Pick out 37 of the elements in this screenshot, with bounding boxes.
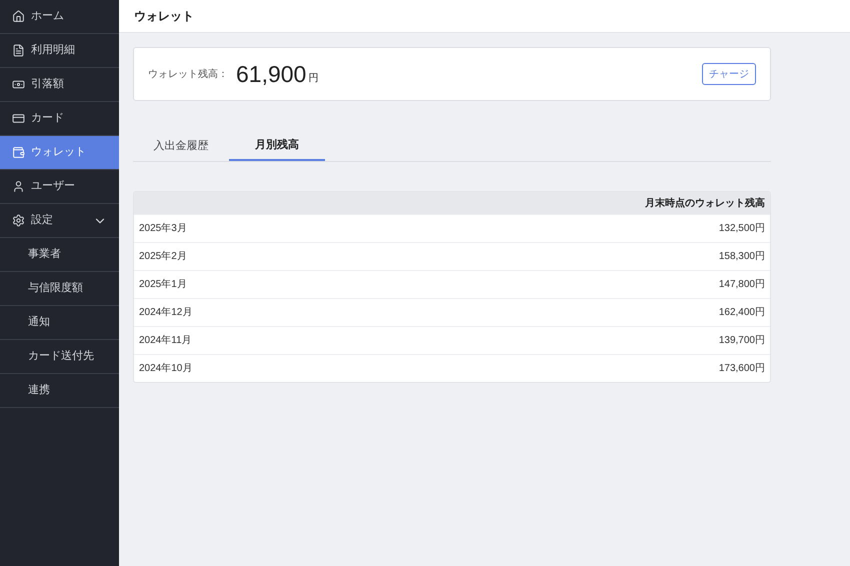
sidebar-subitem[interactable]: 通知 xyxy=(0,306,119,340)
settings-icon xyxy=(12,214,25,227)
tab[interactable]: 月別残高 xyxy=(229,131,325,161)
sidebar-subitem[interactable]: カード送付先 xyxy=(0,340,119,374)
sidebar-item[interactable]: ユーザー xyxy=(0,170,119,204)
table-cell-text: 2025年3月 xyxy=(139,222,187,236)
wallet-icon xyxy=(12,146,25,159)
banknote-icon xyxy=(12,78,25,91)
sidebar-item[interactable]: 利用明細 xyxy=(0,34,119,68)
document-icon xyxy=(12,44,25,57)
tab[interactable]: 入出金履歴 xyxy=(133,131,229,161)
table-cell-text: 162,400円 xyxy=(718,306,765,320)
table-cell-text: 139,700円 xyxy=(718,334,765,348)
balance-label: ウォレット残高： xyxy=(148,68,228,82)
currency-unit: 円 xyxy=(308,72,318,86)
sidebar-subitem[interactable]: 与信限度額 xyxy=(0,272,119,306)
home-icon xyxy=(12,10,25,23)
column-heading: 月末時点のウォレット残高 xyxy=(645,196,765,210)
table-cell-text: 2025年2月 xyxy=(139,250,187,264)
sidebar-item[interactable]: 引落額 xyxy=(0,68,119,102)
charge-button[interactable]: チャージ xyxy=(702,63,756,85)
table-cell-text: 132,500円 xyxy=(718,222,765,236)
table-cell-text: 2025年1月 xyxy=(139,278,187,292)
user-icon xyxy=(12,180,25,193)
table-cell-text: 2024年12月 xyxy=(139,306,192,320)
sidebar-item[interactable]: 設定 xyxy=(0,204,119,238)
table-cell-text: 2024年11月 xyxy=(139,334,192,348)
sidebar-subitem[interactable]: 連携 xyxy=(0,374,119,408)
table-cell-text: 158,300円 xyxy=(718,250,765,264)
page-title: ウォレット xyxy=(134,8,194,25)
balance-amount: 61,900 xyxy=(236,62,306,86)
table-cell-text: 173,600円 xyxy=(718,362,765,376)
table-cell-text: 147,800円 xyxy=(718,278,765,292)
credit-card-icon xyxy=(12,112,25,125)
sidebar-subitem[interactable]: 事業者 xyxy=(0,238,119,272)
sidebar-item[interactable]: ウォレット xyxy=(0,136,119,170)
table-cell-text: 2024年10月 xyxy=(139,362,192,376)
